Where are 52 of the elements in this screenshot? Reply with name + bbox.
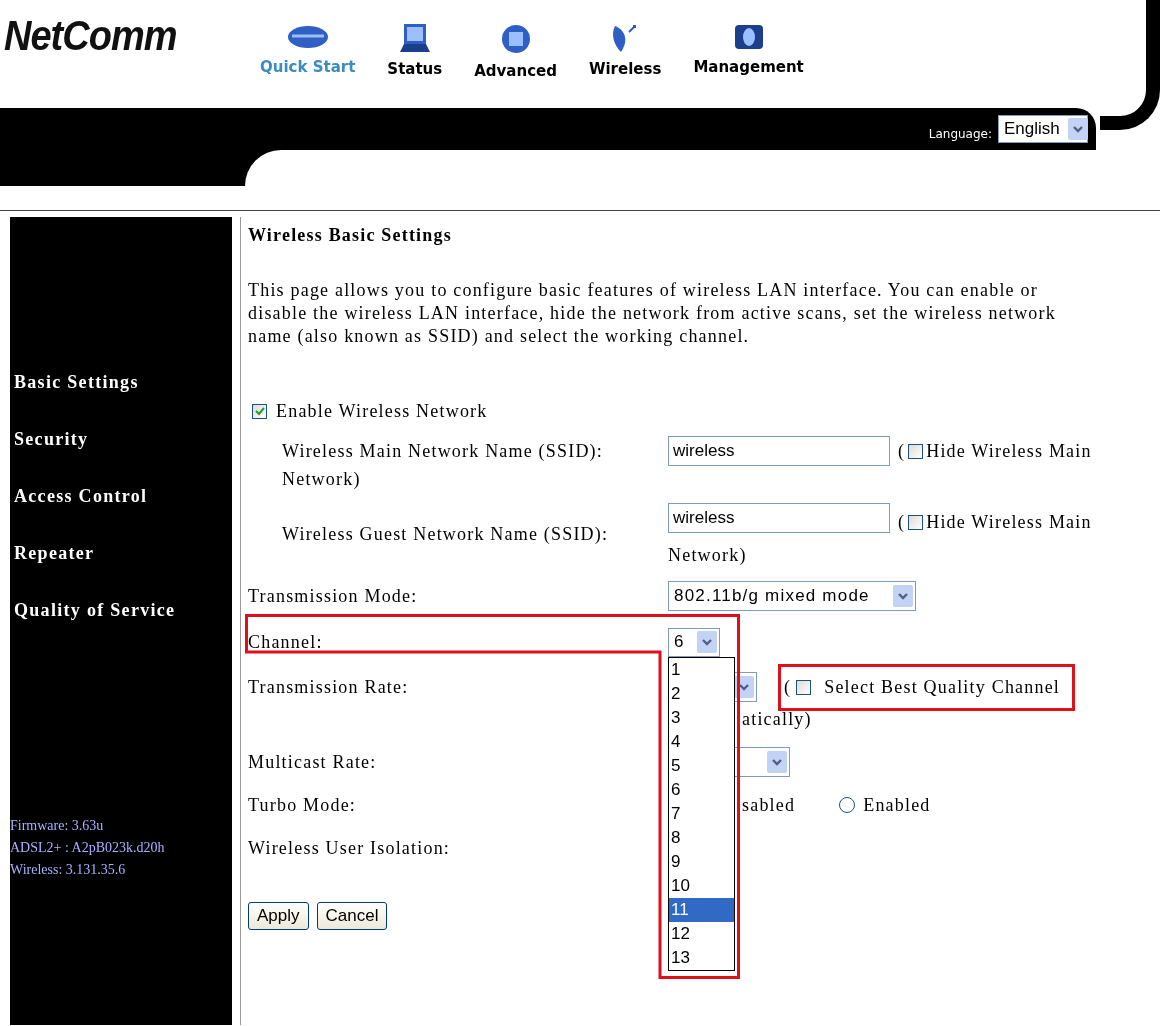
firmware-info: Wireless: 3.131.35.6 xyxy=(10,861,127,879)
checkbox[interactable] xyxy=(908,443,924,459)
field-label: Transmission Mode: xyxy=(248,585,419,607)
nav-item[interactable]: Status xyxy=(371,22,459,80)
nav-item[interactable]: Advanced xyxy=(458,22,573,80)
paren-text: ( xyxy=(784,676,792,698)
field-label: Transmission Rate: xyxy=(248,676,410,698)
sidebar-item[interactable]: Access Control xyxy=(14,486,232,543)
page-description: This page allows you to configure basic features of wireless LAN interface. You can enable or disable the wireless LAN interface, hide the network from active scans, set the wireless network name (also known as SSID) and select the working channel. xyxy=(248,279,1057,348)
mode-select[interactable]: 802.11b/g mixed mode xyxy=(668,581,916,611)
field-label: Turbo Mode: xyxy=(248,794,358,816)
cancel-button[interactable]: Cancel xyxy=(316,902,388,930)
firmware-info: Firmware: 3.63u xyxy=(10,817,105,835)
dropdown-option[interactable]: 11 xyxy=(669,897,734,922)
field-label: Multicast Rate: xyxy=(248,751,378,773)
input-field[interactable]: wireless xyxy=(668,503,890,533)
field-label: Channel: xyxy=(248,631,324,653)
sidebar-item[interactable]: Quality of Service xyxy=(14,600,232,657)
multicast-select[interactable] xyxy=(735,747,790,777)
language-select[interactable]: English xyxy=(998,115,1088,143)
nav-item[interactable]: Management xyxy=(677,22,820,80)
apply-button[interactable]: Apply xyxy=(248,902,309,930)
sidebar-item[interactable]: Basic Settings xyxy=(14,372,232,429)
field-label: Wireless Main Network Name (SSID): xyxy=(281,440,604,462)
sidebar-item[interactable]: Repeater xyxy=(14,543,232,600)
checkbox-label: Hide Wireless Main xyxy=(926,512,1092,533)
field-label: Wireless User Isolation: xyxy=(248,837,452,859)
checkbox-label: Select Best Quality Channel xyxy=(824,676,1061,698)
checkbox-label: Hide Wireless Main xyxy=(926,440,1092,462)
field-label: Wireless Guest Network Name (SSID): xyxy=(281,523,610,545)
sidebar-item[interactable]: Security xyxy=(14,429,232,486)
paren-text: ( xyxy=(898,512,906,533)
checkbox[interactable] xyxy=(796,679,812,695)
nav-item[interactable]: Wireless xyxy=(572,22,678,80)
firmware-info: ADSL2+ : A2pB023k.d20h xyxy=(10,839,166,857)
wrapped-text: atically) xyxy=(742,709,812,730)
radio-label: Enabled xyxy=(863,794,931,816)
checkbox[interactable] xyxy=(908,515,924,530)
checkbox-label: Enable Wireless Network xyxy=(276,400,488,422)
wrapped-text: Network) xyxy=(668,545,747,566)
channel-select[interactable]: 6 xyxy=(668,627,720,657)
nav-item[interactable]: Quick Start xyxy=(244,22,372,80)
input-field[interactable]: wireless xyxy=(668,436,890,466)
language-label: Language: xyxy=(928,127,992,141)
logo: NetComm xyxy=(4,12,178,61)
radio-button[interactable] xyxy=(839,797,856,813)
radio-label: sabled xyxy=(742,794,796,816)
laptop-icon xyxy=(397,22,432,54)
wrapped-text: Network) xyxy=(282,469,361,490)
page-title: Wireless Basic Settings xyxy=(248,225,453,247)
paren-text: ( xyxy=(898,440,906,462)
checkbox[interactable] xyxy=(252,403,267,419)
